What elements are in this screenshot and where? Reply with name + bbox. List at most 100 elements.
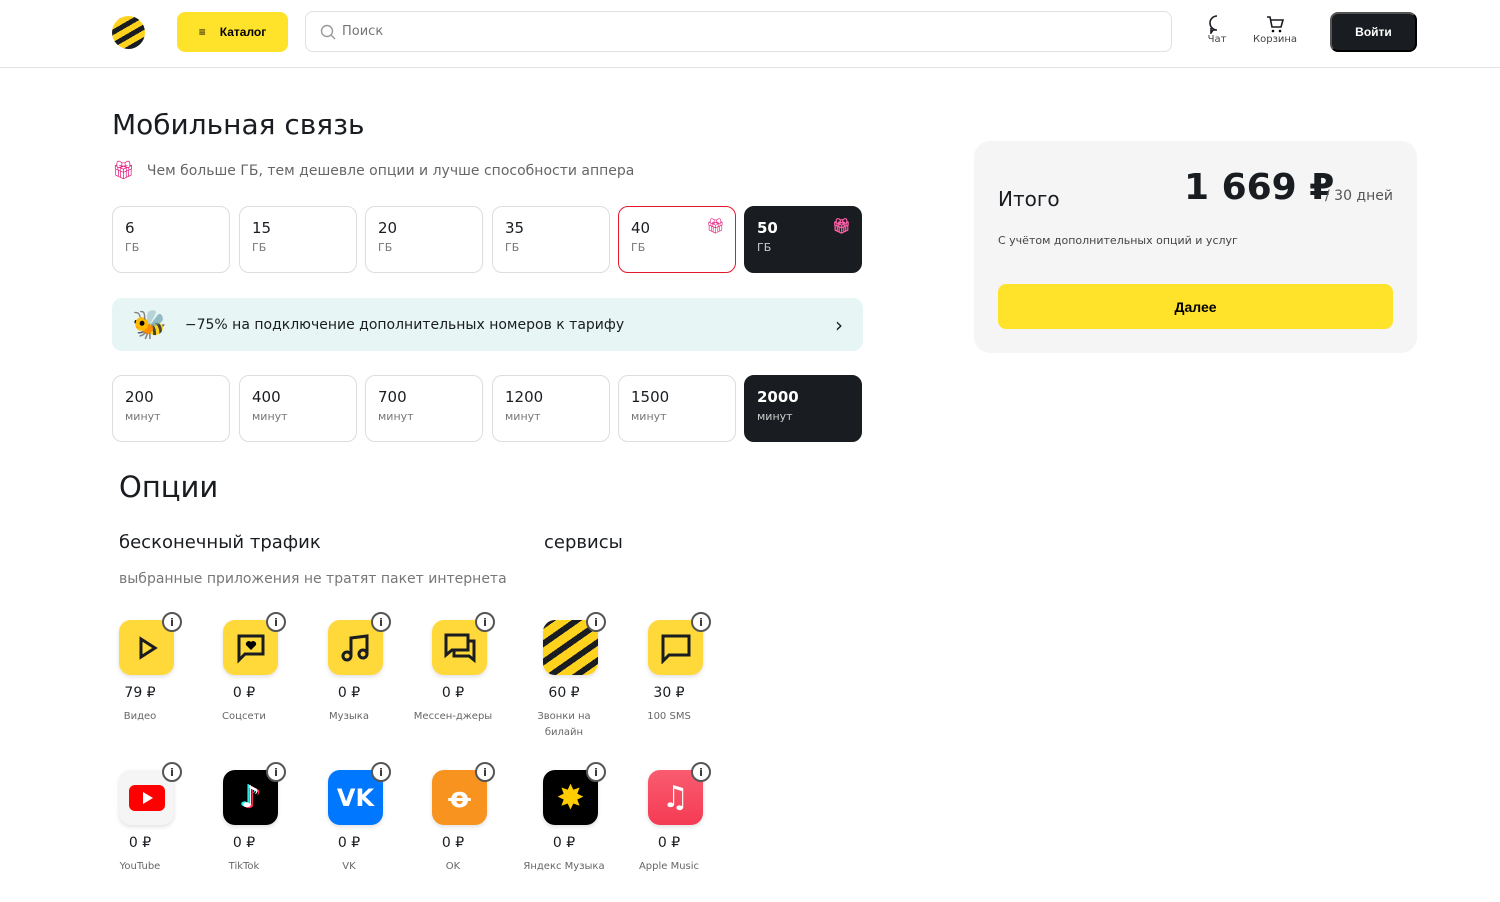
extra-numbers-banner[interactable]: 🐝 −75% на подключение дополнительных номе… xyxy=(112,298,863,351)
minutes-unit: минут xyxy=(505,410,541,423)
info-icon[interactable]: i xyxy=(266,612,286,632)
tiktok-icon: ♪ i xyxy=(223,762,286,825)
login-button[interactable]: Войти xyxy=(1330,12,1417,52)
menu-icon: ≡ xyxy=(198,25,206,39)
gb-value: 50 xyxy=(757,219,778,237)
beeline-logo[interactable] xyxy=(112,16,145,49)
option-label: Звонки на билайн xyxy=(537,711,591,738)
options-title: Опции xyxy=(119,470,219,504)
traffic-desc: выбранные приложения не тратят пакет инт… xyxy=(119,571,507,587)
messenger-icon: i xyxy=(432,612,495,675)
info-icon[interactable]: i xyxy=(162,762,182,782)
option-item[interactable]: i 79 ₽ Видео xyxy=(107,612,187,725)
chevron-right-icon: › xyxy=(835,312,843,337)
minutes-option[interactable]: 200 минут xyxy=(112,375,230,442)
info-icon[interactable]: i xyxy=(691,762,711,782)
gb-value: 40 xyxy=(631,219,651,237)
minutes-unit: минут xyxy=(252,410,288,423)
option-label: Музыка xyxy=(329,711,369,722)
total-label: Итого xyxy=(998,187,1060,211)
minutes-unit: минут xyxy=(631,410,667,423)
option-item[interactable]: i 0 ₽ YouTube xyxy=(107,762,187,875)
minutes-option[interactable]: 400 минут xyxy=(239,375,357,442)
option-label: TikTok xyxy=(228,861,260,872)
total-period: / 30 дней xyxy=(1325,188,1393,204)
option-price: 60 ₽ xyxy=(548,685,580,701)
option-item[interactable]: i 30 ₽ 100 SMS xyxy=(636,612,716,725)
gb-value: 6 xyxy=(125,219,135,237)
gb-unit: ГБ xyxy=(757,241,772,254)
ok-icon: ꝋi xyxy=(432,762,495,825)
option-label: Видео xyxy=(123,711,157,722)
gb-option[interactable]: 40 ГБ 🎁︎ xyxy=(618,206,736,273)
info-icon[interactable]: i xyxy=(266,762,286,782)
option-item[interactable]: VK i 0 ₽ VK xyxy=(316,762,396,875)
option-item[interactable]: ꝋi 0 ₽ OK xyxy=(420,762,500,875)
promo-line: 🎁︎ Чем больше ГБ, тем дешевле опции и луч… xyxy=(112,160,635,181)
cart-icon xyxy=(1267,16,1285,33)
minutes-option[interactable]: 1500 минут xyxy=(618,375,736,442)
beeline-logo-icon: i xyxy=(543,612,606,675)
info-icon[interactable]: i xyxy=(371,762,391,782)
gb-option[interactable]: 6 ГБ xyxy=(112,206,230,273)
info-icon[interactable]: i xyxy=(162,612,182,632)
option-label: VK xyxy=(342,861,356,872)
info-icon[interactable]: i xyxy=(586,612,606,632)
option-price: 30 ₽ xyxy=(653,685,685,701)
minutes-option[interactable]: 2000 минут xyxy=(744,375,862,442)
option-item[interactable]: i 60 ₽ Звонки на билайн xyxy=(531,612,611,741)
option-item[interactable]: i 0 ₽ Мессен-джеры xyxy=(414,612,500,725)
sms-icon: i xyxy=(648,612,711,675)
info-icon[interactable]: i xyxy=(691,612,711,632)
summary-panel: Итого 1 669 ₽ / 30 дней С учётом дополни… xyxy=(974,141,1417,353)
option-label: OK xyxy=(445,861,461,872)
option-label: Яндекс Музыка xyxy=(523,861,605,872)
gift-icon: 🎁︎ xyxy=(112,160,135,181)
music-note-icon: i xyxy=(328,612,391,675)
play-icon: i xyxy=(119,612,182,675)
gb-option[interactable]: 15 ГБ xyxy=(239,206,357,273)
option-label: YouTube xyxy=(119,861,161,872)
gb-value: 15 xyxy=(252,219,272,237)
gb-unit: ГБ xyxy=(252,241,267,254)
option-item[interactable]: ♪ i 0 ₽ TikTok xyxy=(211,762,291,875)
option-item[interactable]: i 0 ₽ Соцсети xyxy=(211,612,291,725)
next-button[interactable]: Далее xyxy=(998,284,1393,329)
minutes-value: 400 xyxy=(252,388,281,406)
option-item[interactable]: ✸ i 0 ₽ Яндекс Музыка xyxy=(523,762,611,875)
option-item[interactable]: ♫ i 0 ₽ Apple Music xyxy=(636,762,716,875)
traffic-title: бесконечный трафик xyxy=(119,532,321,553)
info-icon[interactable]: i xyxy=(586,762,606,782)
apple-music-icon: ♫ i xyxy=(648,762,711,825)
option-price: 0 ₽ xyxy=(337,685,361,701)
gift-icon: 🎁︎ xyxy=(831,217,851,235)
gb-unit: ГБ xyxy=(125,241,140,254)
minutes-option[interactable]: 1200 минут xyxy=(492,375,610,442)
option-price: 0 ₽ xyxy=(337,835,361,851)
catalog-button[interactable]: ≡ Каталог xyxy=(177,12,288,52)
minutes-unit: минут xyxy=(378,410,414,423)
minutes-unit: минут xyxy=(757,410,793,423)
option-label: Соцсети xyxy=(222,711,266,722)
info-icon[interactable]: i xyxy=(475,612,495,632)
search-icon xyxy=(320,24,336,39)
option-price: 0 ₽ xyxy=(657,835,681,851)
gb-option[interactable]: 50 ГБ 🎁︎ xyxy=(744,206,862,273)
search-input[interactable] xyxy=(342,24,1108,39)
option-item[interactable]: i 0 ₽ Музыка xyxy=(316,612,396,725)
minutes-value: 1200 xyxy=(505,388,544,406)
gb-option[interactable]: 20 ГБ xyxy=(365,206,483,273)
search-box[interactable] xyxy=(305,11,1172,52)
services-title: сервисы xyxy=(544,532,623,553)
chat-button[interactable]: Чат xyxy=(1207,14,1227,45)
cart-button[interactable]: Корзина xyxy=(1253,14,1297,45)
info-icon[interactable]: i xyxy=(371,612,391,632)
minutes-value: 1500 xyxy=(631,388,670,406)
option-label: Мессен-джеры xyxy=(413,711,493,722)
minutes-value: 2000 xyxy=(757,388,799,406)
info-icon[interactable]: i xyxy=(475,762,495,782)
gb-option[interactable]: 35 ГБ xyxy=(492,206,610,273)
minutes-option[interactable]: 700 минут xyxy=(365,375,483,442)
chat-icon xyxy=(1209,15,1218,34)
option-price: 0 ₽ xyxy=(552,835,576,851)
